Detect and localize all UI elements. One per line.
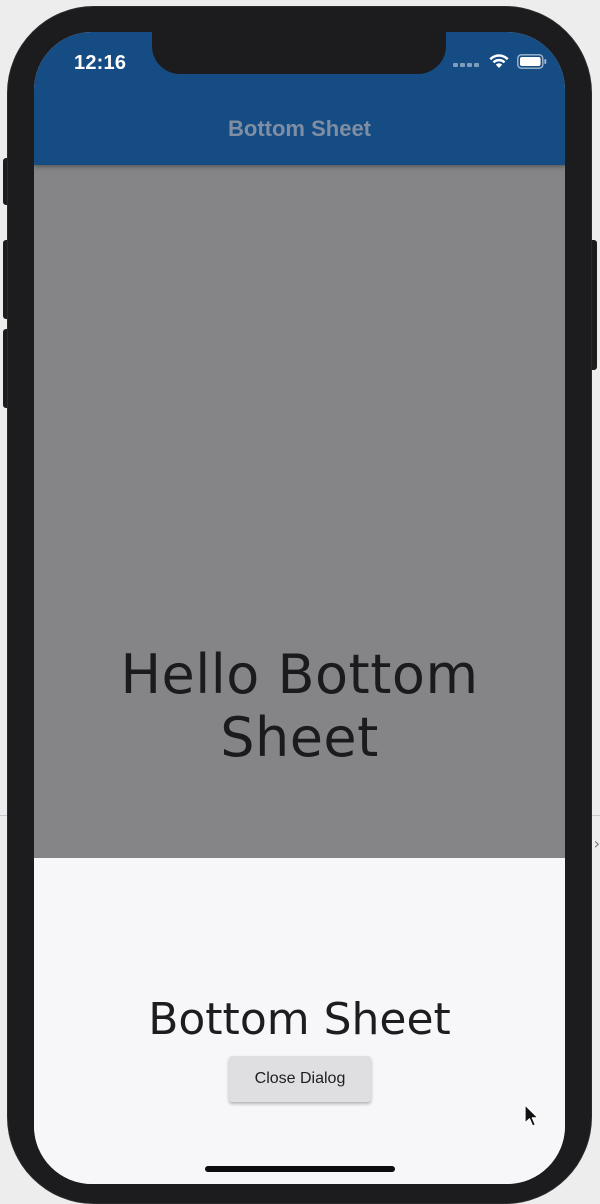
close-icon: › (593, 834, 600, 853)
wifi-icon (489, 54, 509, 69)
mouse-pointer-icon (524, 1104, 540, 1133)
phone-screen: 12:16 Bottom Sheet Hello Bottom Sheet Bo… (34, 32, 565, 1184)
close-dialog-button[interactable]: Close Dialog (229, 1056, 371, 1102)
dimmed-content-overlay[interactable]: Hello Bottom Sheet (34, 165, 565, 858)
bottom-sheet-title: Bottom Sheet (148, 994, 451, 1045)
hello-message: Hello Bottom Sheet (120, 643, 479, 769)
home-indicator[interactable] (205, 1166, 395, 1172)
app-bar-title: Bottom Sheet (228, 116, 371, 141)
signal-dots-icon (453, 57, 481, 67)
bottom-sheet: Bottom Sheet Close Dialog (34, 858, 565, 1184)
battery-icon (517, 54, 547, 69)
status-time: 12:16 (74, 52, 127, 74)
notch (152, 32, 446, 74)
status-icons (453, 54, 547, 69)
